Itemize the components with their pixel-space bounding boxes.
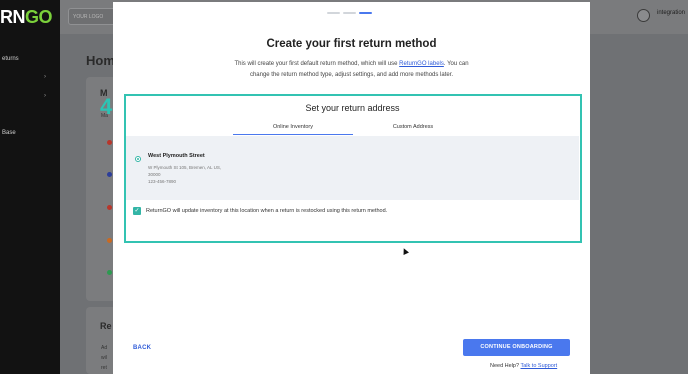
page-title: Hom (86, 53, 115, 68)
tab-custom-address[interactable]: Custom Address (353, 124, 473, 130)
section-line: wil (101, 355, 107, 361)
status-dot (107, 238, 112, 243)
chevron-right-icon: › (44, 93, 46, 99)
location-name: West Plymouth Street (148, 153, 205, 159)
modal-subtitle: This will create your first default retu… (234, 61, 469, 78)
status-dot (107, 270, 112, 275)
continue-onboarding-button[interactable]: CONTINUE ONBOARDING (463, 339, 570, 356)
user-name[interactable]: integration (657, 10, 685, 16)
logo-placeholder[interactable]: YOUR LOGO (68, 8, 118, 25)
return-address-section: Set your return address Online Inventory… (124, 94, 582, 243)
section-heading: Re (100, 321, 112, 331)
progress-step (327, 12, 340, 14)
talk-to-support-link[interactable]: Talk to Support (520, 363, 557, 369)
address-tabs: Online Inventory Custom Address (233, 124, 473, 136)
inventory-checkbox[interactable]: ✓ (133, 207, 141, 215)
brand-logo: RNGO (0, 7, 53, 27)
status-dot (107, 140, 112, 145)
help-text: Need Help? Talk to Support (490, 363, 558, 369)
progress-steps (327, 12, 372, 14)
location-address-line: W Plymouth St 105, Bremen, AL US, (148, 165, 222, 170)
section-title: Set your return address (305, 103, 400, 113)
status-dot (107, 205, 112, 210)
sidebar-item-knowledge-base[interactable]: Base (2, 130, 16, 136)
modal-title: Create your first return method (266, 38, 437, 50)
sidebar-item-returns[interactable]: eturns (2, 56, 19, 62)
location-option[interactable]: West Plymouth Street W Plymouth St 105, … (126, 136, 579, 200)
chevron-down-icon: › (44, 74, 46, 80)
section-line: Ad (101, 345, 108, 351)
back-button[interactable]: BACK (133, 345, 151, 351)
returngo-labels-link[interactable]: ReturnGO labels (399, 61, 444, 67)
user-avatar-icon[interactable] (637, 9, 650, 22)
location-phone: 123-456-7890 (148, 179, 177, 184)
onboarding-modal: Create your first return method This wil… (113, 2, 590, 374)
tab-online-inventory[interactable]: Online Inventory (233, 124, 353, 135)
section-line: ret (101, 365, 107, 371)
progress-step (343, 12, 356, 14)
status-dot (107, 172, 112, 177)
sidebar: RNGO eturns › › Base (0, 0, 60, 374)
progress-step-active (359, 12, 372, 14)
location-radio[interactable] (135, 156, 141, 162)
step-marker: 4 (100, 94, 113, 119)
background-card-2 (86, 307, 116, 374)
location-address-line: 30000 (148, 172, 161, 177)
inventory-checkbox-label: ReturnGO will update inventory at this l… (146, 208, 388, 214)
